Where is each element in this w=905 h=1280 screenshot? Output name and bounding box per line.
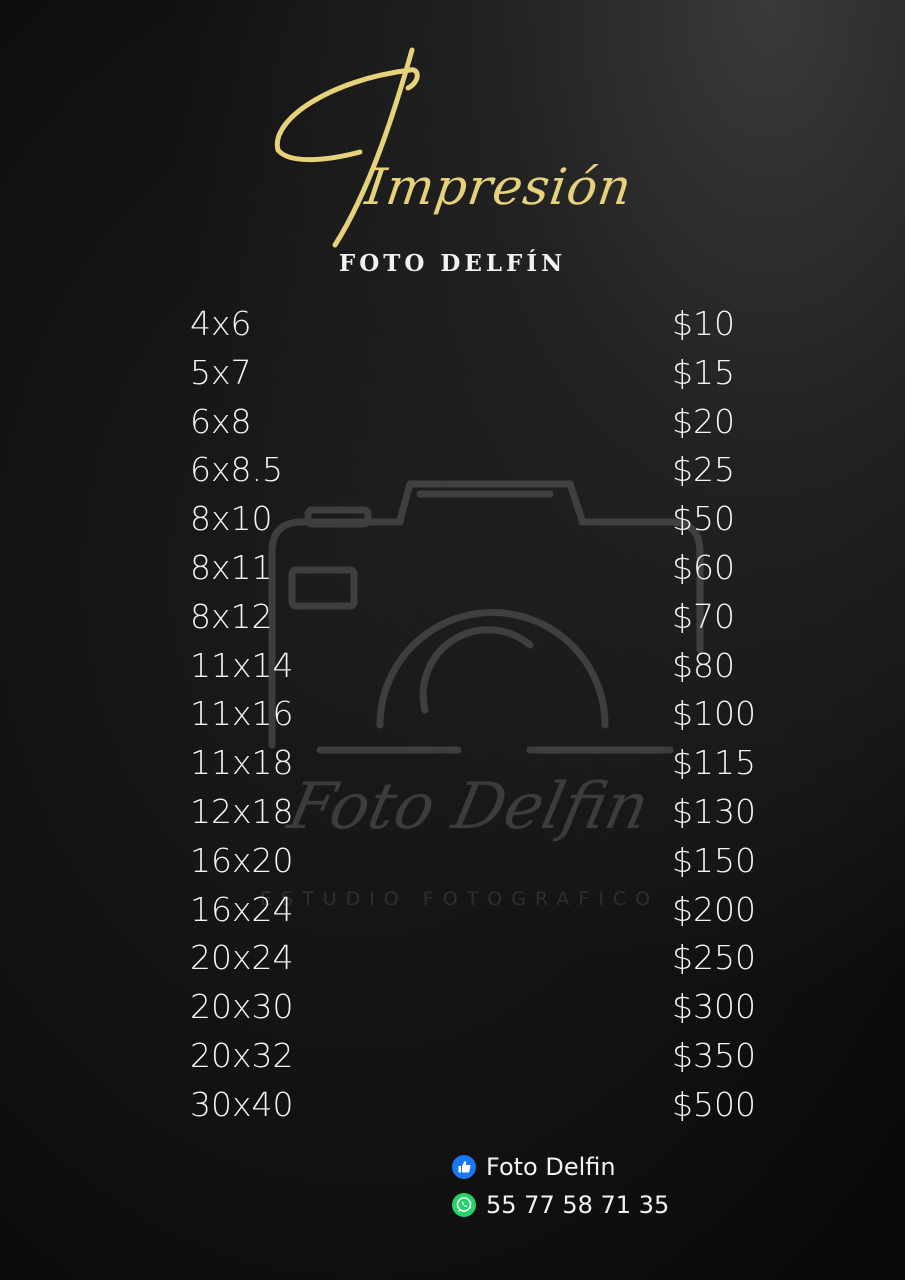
price-row: 8x12 $70 bbox=[190, 593, 790, 642]
price-row: 8x10 $50 bbox=[190, 495, 790, 544]
price-row: 16x24 $200 bbox=[190, 886, 790, 935]
print-size: 30x40 bbox=[190, 1084, 294, 1124]
price-row: 11x16 $100 bbox=[190, 690, 790, 739]
price-row: 20x32 $350 bbox=[190, 1032, 790, 1081]
price-row: 30x40 $500 bbox=[190, 1081, 790, 1130]
print-size: 11x16 bbox=[190, 694, 294, 734]
print-size: 5x7 bbox=[190, 352, 252, 392]
price-row: 6x8.5 $25 bbox=[190, 446, 790, 495]
print-size: 16x20 bbox=[190, 840, 294, 880]
print-price: $15 bbox=[672, 352, 735, 392]
print-size: 6x8 bbox=[190, 401, 252, 441]
print-size: 16x24 bbox=[190, 889, 294, 929]
print-price: $200 bbox=[672, 889, 756, 929]
price-row: 16x20 $150 bbox=[190, 837, 790, 886]
price-row: 20x30 $300 bbox=[190, 983, 790, 1032]
facebook-label: Foto Delfin bbox=[486, 1153, 616, 1181]
print-size: 4x6 bbox=[190, 304, 252, 343]
print-size: 6x8.5 bbox=[190, 450, 284, 490]
print-price: $20 bbox=[672, 401, 735, 441]
print-size: 11x18 bbox=[190, 743, 294, 783]
print-size: 11x14 bbox=[190, 645, 294, 685]
print-size: 20x32 bbox=[190, 1035, 294, 1075]
print-size: 8x12 bbox=[190, 596, 273, 636]
page-title: Impresión bbox=[361, 158, 636, 216]
print-price: $25 bbox=[672, 450, 735, 490]
whatsapp-icon bbox=[452, 1193, 476, 1217]
facebook-like-icon bbox=[452, 1155, 476, 1179]
print-price: $130 bbox=[672, 791, 756, 831]
print-size: 20x30 bbox=[190, 987, 294, 1027]
price-row: 5x7 $15 bbox=[190, 349, 790, 398]
whatsapp-contact[interactable]: 55 77 58 71 35 bbox=[452, 1186, 669, 1224]
print-price: $150 bbox=[672, 840, 756, 880]
print-price: $100 bbox=[672, 694, 756, 734]
print-price: $70 bbox=[672, 596, 735, 636]
print-size: 8x10 bbox=[190, 499, 273, 539]
price-row: 4x6 $10 bbox=[190, 300, 790, 349]
price-row: 11x14 $80 bbox=[190, 642, 790, 691]
print-price: $300 bbox=[672, 987, 756, 1027]
print-price: $350 bbox=[672, 1035, 756, 1075]
print-size: 12x18 bbox=[190, 791, 294, 831]
print-price: $250 bbox=[672, 938, 756, 978]
title-flourish bbox=[274, 47, 420, 248]
print-price: $80 bbox=[672, 645, 735, 685]
print-price: $50 bbox=[672, 499, 735, 539]
print-price: $60 bbox=[672, 547, 735, 587]
price-row: 8x11 $60 bbox=[190, 544, 790, 593]
contact-info: Foto Delfin 55 77 58 71 35 bbox=[452, 1148, 669, 1224]
price-list: 4x6 $10 5x7 $15 6x8 $20 6x8.5 $25 8x10 $50 8x11 $60… bbox=[190, 300, 790, 1130]
title-lettering: Impresión bbox=[270, 40, 650, 255]
price-row: 6x8 $20 bbox=[190, 398, 790, 447]
print-size: 8x11 bbox=[190, 547, 273, 587]
print-size: 20x24 bbox=[190, 938, 294, 978]
whatsapp-number: 55 77 58 71 35 bbox=[486, 1191, 670, 1219]
price-row: 20x24 $250 bbox=[190, 934, 790, 983]
print-price: $500 bbox=[672, 1084, 756, 1124]
print-price: $115 bbox=[672, 743, 756, 783]
price-row: 12x18 $130 bbox=[190, 788, 790, 837]
print-price: $10 bbox=[672, 304, 735, 343]
studio-name: FOTO DELFÍN bbox=[338, 250, 567, 277]
facebook-contact[interactable]: Foto Delfin bbox=[452, 1148, 669, 1186]
price-row: 11x18 $115 bbox=[190, 739, 790, 788]
price-flyer: Foto Delfin ESTUDIO FOTOGRAFICO Impresió… bbox=[0, 0, 905, 1280]
